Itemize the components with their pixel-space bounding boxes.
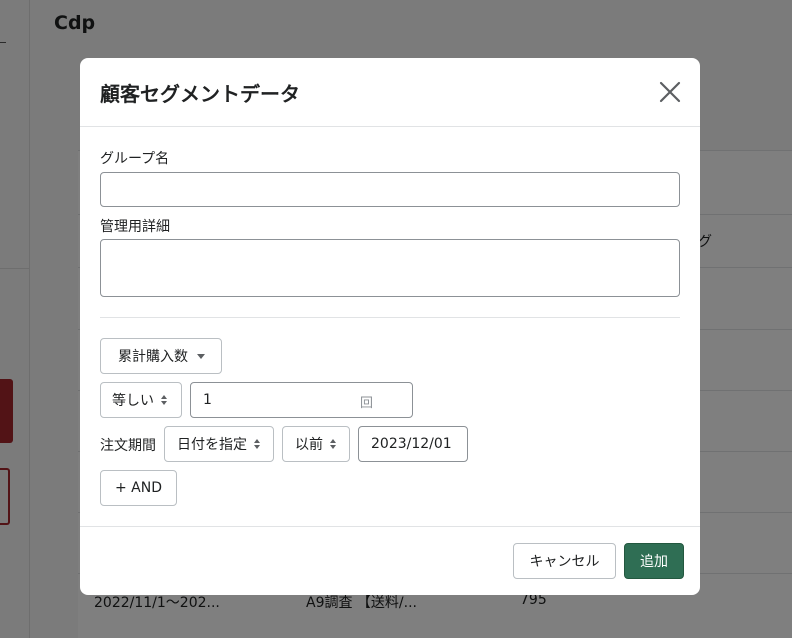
admin-detail-textarea[interactable] bbox=[100, 239, 680, 297]
select-arrows-icon bbox=[254, 438, 262, 450]
metric-dropdown[interactable]: 累計購入数 bbox=[100, 338, 222, 374]
count-input[interactable]: 1 回 bbox=[190, 382, 413, 418]
date-mode-select[interactable]: 日付を指定 bbox=[164, 426, 274, 462]
operator-select[interactable]: 等しい bbox=[100, 382, 182, 418]
add-button[interactable]: 追加 bbox=[624, 543, 684, 579]
count-input-value: 1 bbox=[203, 392, 212, 408]
cancel-button[interactable]: キャンセル bbox=[513, 543, 616, 579]
operator-select-label: 等しい bbox=[112, 393, 154, 409]
segment-modal: 顧客セグメントデータ グループ名 管理用詳細 累計購入数 等しい 1 回 注文期… bbox=[80, 58, 700, 595]
order-period-label: 注文期間 bbox=[100, 438, 156, 454]
date-mode-select-label: 日付を指定 bbox=[177, 437, 247, 453]
metric-dropdown-label: 累計購入数 bbox=[118, 349, 188, 365]
date-input-value: 2023/12/01 bbox=[371, 436, 452, 452]
section-divider bbox=[100, 317, 680, 318]
relation-select[interactable]: 以前 bbox=[282, 426, 350, 462]
modal-title: 顧客セグメントデータ bbox=[100, 82, 300, 106]
cancel-button-label: キャンセル bbox=[529, 554, 600, 570]
admin-detail-label: 管理用詳細 bbox=[100, 219, 170, 235]
and-button-label: + AND bbox=[114, 480, 162, 496]
group-name-input[interactable] bbox=[100, 172, 680, 207]
group-name-label: グループ名 bbox=[100, 151, 170, 167]
select-arrows-icon bbox=[330, 438, 338, 450]
caret-down-icon bbox=[197, 353, 205, 359]
close-icon bbox=[659, 81, 681, 103]
select-arrows-icon bbox=[161, 394, 169, 406]
modal-footer: キャンセル 追加 bbox=[80, 526, 700, 595]
close-button[interactable] bbox=[656, 78, 684, 106]
date-input[interactable]: 2023/12/01 bbox=[358, 426, 468, 462]
count-unit-suffix: 回 bbox=[360, 396, 374, 411]
relation-select-label: 以前 bbox=[295, 437, 323, 453]
modal-header: 顧客セグメントデータ bbox=[80, 58, 700, 127]
add-and-condition-button[interactable]: + AND bbox=[100, 470, 177, 506]
add-button-label: 追加 bbox=[640, 554, 668, 570]
